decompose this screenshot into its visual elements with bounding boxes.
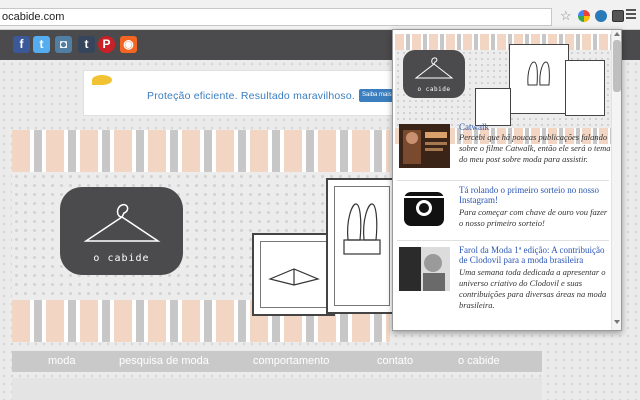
shoes-icon	[527, 61, 550, 86]
shoes-icon	[343, 203, 381, 255]
rss-icon[interactable]: ◉	[120, 36, 137, 53]
popup-cake-frame	[565, 60, 605, 116]
shoes-frame	[326, 178, 398, 314]
facebook-icon[interactable]: f	[13, 36, 30, 53]
hanger-icon	[414, 57, 454, 79]
post-description: Uma semana toda dedicada a apresentar o …	[459, 267, 607, 310]
popup-shoes-frame	[509, 44, 569, 114]
site-nav: moda pesquisa de moda comportamento cont…	[12, 351, 542, 372]
nav-moda[interactable]: moda	[48, 355, 76, 367]
instagram-icon[interactable]: ◘	[55, 36, 72, 53]
post-title[interactable]: Catwalk	[459, 122, 611, 132]
pinterest-icon[interactable]: P	[98, 36, 115, 53]
popup-logo[interactable]: o cabide	[403, 50, 465, 98]
post-separator	[397, 240, 609, 241]
extension-popup: o cabide Catwalk Percebi que há poucas p…	[392, 29, 622, 331]
book-icon	[268, 268, 320, 286]
instagram-thumbnail	[399, 187, 450, 231]
clodovil-thumbnail	[399, 247, 450, 291]
extension-eye-icon[interactable]	[595, 10, 607, 22]
nav-pesquisa-de-moda[interactable]: pesquisa de moda	[119, 355, 209, 367]
ad-text: Proteção eficiente. Resultado maravilhos…	[147, 90, 356, 102]
browser-toolbar: ocabide.com ☆	[0, 0, 640, 30]
post-separator	[397, 180, 609, 181]
instagram-logo-icon	[404, 192, 444, 226]
list-item[interactable]: Tá rolando o primeiro sorteio no nosso I…	[397, 185, 609, 241]
nav-o-cabide[interactable]: o cabide	[458, 355, 500, 367]
list-item[interactable]: Catwalk Percebi que há poucas publicaçõe…	[397, 122, 611, 178]
bookmark-star-icon[interactable]: ☆	[560, 9, 572, 23]
scroll-thumb[interactable]	[613, 40, 621, 92]
scroll-down-arrow-icon[interactable]	[614, 320, 620, 324]
post-description: Percebi que há poucas publicações faland…	[459, 132, 611, 164]
book-frame	[252, 233, 335, 316]
logo-text: o cabide	[93, 253, 150, 264]
popup-logo-text: o cabide	[417, 86, 451, 93]
browser-menu-icon[interactable]	[626, 9, 636, 21]
address-bar[interactable]: ocabide.com	[0, 8, 552, 26]
tumblr-icon[interactable]: t	[78, 36, 95, 53]
site-logo[interactable]: o cabide	[60, 187, 183, 275]
post-title[interactable]: Tá rolando o primeiro sorteio no nosso I…	[459, 185, 611, 205]
ad-button[interactable]: Saiba mais	[359, 89, 395, 102]
extension-ocabide-icon[interactable]	[612, 10, 624, 22]
post-title[interactable]: Farol da Moda 1ª edição: A contribuição …	[459, 245, 611, 265]
nav-contato[interactable]: contato	[377, 355, 413, 367]
nav-comportamento[interactable]: comportamento	[253, 355, 329, 367]
twitter-icon[interactable]: t	[33, 36, 50, 53]
scroll-up-arrow-icon[interactable]	[614, 32, 620, 36]
popup-scrollbar[interactable]	[611, 30, 621, 330]
hanger-icon	[83, 203, 161, 242]
bird-icon	[92, 75, 112, 85]
post-description: Para começar com chave de ouro vou fazer…	[459, 207, 608, 228]
ad-banner[interactable]: Proteção eficiente. Resultado maravilhos…	[83, 70, 395, 116]
catwalk-thumbnail	[399, 124, 450, 168]
popup-book-frame	[475, 88, 511, 126]
list-item[interactable]: Farol da Moda 1ª edição: A contribuição …	[397, 245, 609, 329]
site-content-strip	[12, 378, 542, 400]
extension-chrome-icon[interactable]	[578, 10, 590, 22]
